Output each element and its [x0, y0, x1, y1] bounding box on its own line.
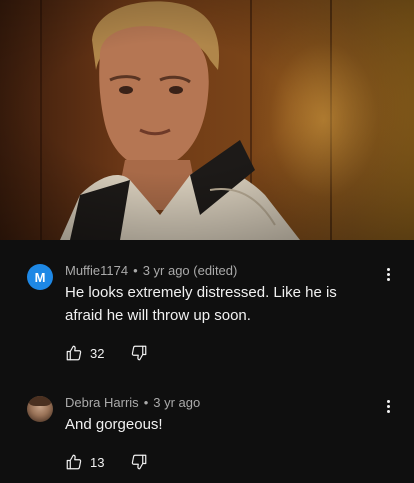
comment-body: Debra Harris • 3 yr ago And gorgeous! 13 [65, 394, 398, 483]
more-vertical-icon[interactable] [378, 264, 398, 284]
dislike-button[interactable] [130, 453, 148, 471]
avatar[interactable]: M [27, 264, 53, 290]
thumbs-down-icon [132, 345, 147, 361]
comment-text: And gorgeous! [65, 416, 163, 433]
like-count: 32 [90, 345, 105, 361]
comment-text: He looks extremely distressed. Like he i… [65, 284, 337, 324]
like-count: 13 [90, 454, 105, 470]
avatar[interactable] [27, 396, 53, 422]
avatar-letter: M [34, 269, 46, 285]
like-button[interactable]: 32 [65, 344, 104, 362]
comment-item: M Muffie1174 • 3 yr ago (edited) He look… [0, 240, 414, 368]
comment-time: 3 yr ago [153, 394, 201, 410]
meta-separator: • [143, 394, 149, 410]
like-button[interactable]: 13 [65, 453, 104, 471]
comment-actions: 32 [65, 343, 398, 363]
comment-time: 3 yr ago (edited) [142, 262, 238, 278]
more-vertical-icon[interactable] [378, 396, 398, 416]
thumbs-down-icon [132, 454, 147, 470]
video-still-image [0, 0, 414, 240]
comment-body: Muffie1174 • 3 yr ago (edited) He looks … [65, 262, 398, 368]
comments-section: M Muffie1174 • 3 yr ago (edited) He look… [0, 240, 414, 483]
comment-item: Debra Harris • 3 yr ago And gorgeous! 13 [0, 368, 414, 483]
comment-meta: Muffie1174 • 3 yr ago (edited) [65, 262, 398, 278]
comment-author[interactable]: Muffie1174 [65, 263, 128, 278]
thumbs-up-icon [66, 345, 82, 361]
thumbs-up-icon [66, 454, 82, 470]
comment-author[interactable]: Debra Harris [65, 395, 139, 410]
meta-separator: • [133, 262, 138, 278]
comment-meta: Debra Harris • 3 yr ago [65, 394, 398, 410]
comment-actions: 13 [65, 452, 398, 472]
dislike-button[interactable] [130, 344, 148, 362]
